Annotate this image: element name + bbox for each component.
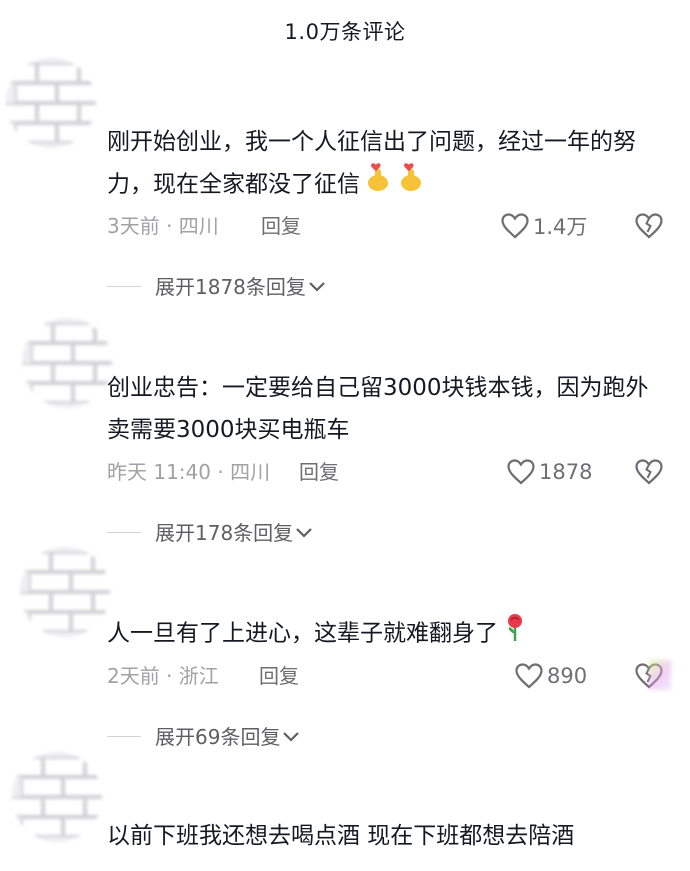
- expand-replies-button[interactable]: 展开1878条回复: [155, 272, 326, 302]
- comment-text: 以前下班我还想去喝点酒 现在下班都想去陪酒: [107, 823, 575, 849]
- finger-heart-icon: [396, 163, 426, 207]
- chevron-down-icon: [296, 528, 312, 538]
- heart-icon: [507, 459, 535, 485]
- broken-heart-icon: [635, 663, 663, 689]
- like-button[interactable]: 1878: [507, 456, 592, 488]
- chevron-down-icon: [283, 732, 300, 742]
- like-button[interactable]: 1.4万: [501, 210, 587, 242]
- avatar[interactable]: [12, 752, 102, 842]
- avatar[interactable]: [6, 58, 96, 148]
- dislike-button[interactable]: [635, 660, 671, 690]
- expand-replies-button[interactable]: 展开178条回复: [155, 518, 313, 548]
- comment-text: 创业忠告：一定要给自己留3000块钱本钱，因为跑外卖需要3000块买电瓶车: [107, 375, 649, 443]
- avatar[interactable]: [20, 547, 110, 637]
- comments-count-title: 1.0万条评论: [284, 20, 406, 44]
- like-count: 890: [547, 664, 588, 688]
- divider-line: [107, 286, 141, 287]
- broken-heart-icon: [635, 459, 663, 485]
- expand-replies-button[interactable]: 展开69条回复: [155, 722, 300, 752]
- like-button[interactable]: 890: [515, 660, 587, 692]
- comment-meta: 3天前 · 四川: [107, 214, 219, 238]
- divider-line: [107, 532, 141, 533]
- heart-icon: [501, 213, 529, 239]
- comment-text: 刚开始创业，我一个人征信出了问题，经过一年的努力，现在全家都没了征信: [107, 121, 667, 207]
- comment-text: 人一旦有了上进心，这辈子就难翻身了: [107, 612, 667, 656]
- dislike-button[interactable]: [635, 458, 663, 486]
- heart-icon: [515, 663, 543, 689]
- reply-button[interactable]: 回复: [259, 660, 299, 692]
- like-count: 1878: [539, 460, 593, 484]
- finger-heart-icon: [363, 163, 393, 207]
- rose-icon: [501, 612, 529, 656]
- chevron-down-icon: [309, 282, 325, 292]
- comment-meta: 昨天 11:40 · 四川: [107, 460, 271, 484]
- broken-heart-icon: [635, 213, 663, 239]
- reply-button[interactable]: 回复: [299, 456, 339, 488]
- dislike-button[interactable]: [635, 212, 663, 240]
- reply-button[interactable]: 回复: [261, 210, 301, 242]
- like-count: 1.4万: [533, 215, 588, 239]
- avatar[interactable]: [22, 318, 112, 408]
- comment-meta: 2天前 · 浙江: [107, 664, 219, 688]
- divider-line: [107, 736, 141, 737]
